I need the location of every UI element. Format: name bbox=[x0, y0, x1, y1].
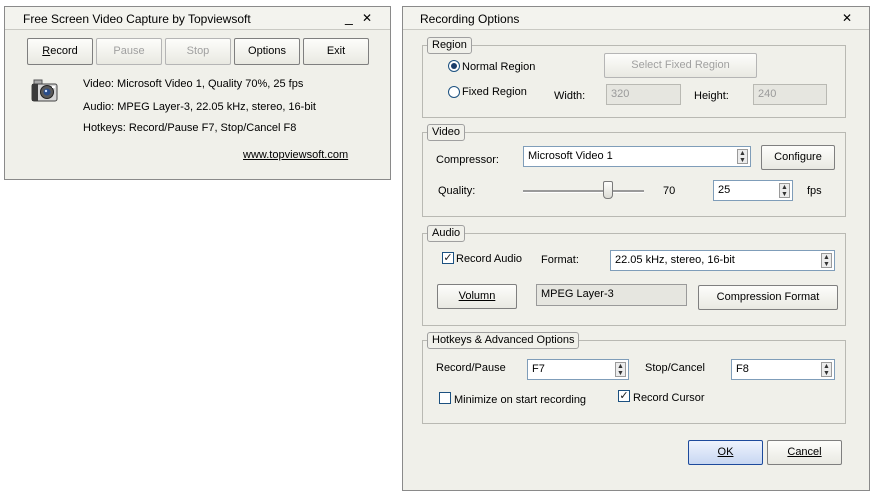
close-button[interactable]: ✕ bbox=[362, 11, 372, 25]
region-group-label: Region bbox=[427, 37, 472, 54]
record-button[interactable]: Record bbox=[27, 38, 93, 65]
configure-button[interactable]: Configure bbox=[761, 145, 835, 170]
main-titlebar[interactable]: Free Screen Video Capture by Topviewsoft… bbox=[5, 7, 390, 30]
quality-value: 70 bbox=[663, 185, 676, 197]
stop-cancel-label: Stop/Cancel bbox=[645, 362, 705, 374]
fixed-region-label: Fixed Region bbox=[462, 86, 527, 98]
width-label: Width: bbox=[554, 90, 586, 102]
normal-region-radio[interactable] bbox=[448, 60, 460, 72]
audio-group-label: Audio bbox=[427, 225, 466, 242]
options-dialog-title: Recording Options bbox=[420, 12, 520, 26]
volumn-button-label: Volumn bbox=[458, 290, 496, 302]
exit-button-label: Exit bbox=[326, 45, 346, 57]
video-group-label: Video bbox=[427, 124, 465, 141]
format-label: Format: bbox=[541, 254, 579, 266]
height-label: Height: bbox=[694, 90, 729, 102]
compressor-value: Microsoft Video 1 bbox=[528, 150, 613, 162]
record-cursor-checkbox[interactable]: ✓ bbox=[618, 390, 630, 402]
pause-button-label: Pause bbox=[113, 45, 145, 57]
region-group: Region Normal Region Fixed Region Select… bbox=[422, 37, 846, 118]
stop-button-label: Stop bbox=[186, 45, 210, 57]
select-fixed-region-label: Select Fixed Region bbox=[631, 59, 730, 71]
website-link[interactable]: www.topviewsoft.com bbox=[243, 148, 348, 162]
ok-button[interactable]: OK bbox=[688, 440, 763, 465]
fps-input[interactable]: 25 ▲ ▼ bbox=[713, 180, 793, 201]
audio-format-spin-icon: ▲ ▼ bbox=[821, 253, 832, 268]
fps-label: fps bbox=[807, 185, 822, 197]
compression-format-button[interactable]: Compression Format bbox=[698, 285, 838, 310]
hotkeys-group-label: Hotkeys & Advanced Options bbox=[427, 332, 580, 349]
hotkeys-group: Hotkeys & Advanced Options Record/Pause … bbox=[422, 332, 846, 424]
cancel-button-label: Cancel bbox=[787, 446, 822, 458]
compressor-label: Compressor: bbox=[436, 154, 499, 166]
minimize-checkbox[interactable] bbox=[439, 392, 451, 404]
video-info: Video: Microsoft Video 1, Quality 70%, 2… bbox=[83, 78, 304, 90]
record-pause-spin-icon: ▲ ▼ bbox=[615, 362, 626, 377]
record-pause-label: Record/Pause bbox=[436, 362, 506, 374]
record-pause-hotkey-value: F7 bbox=[532, 363, 545, 375]
record-cursor-label: Record Cursor bbox=[633, 392, 705, 404]
options-button[interactable]: Options bbox=[234, 38, 300, 65]
audio-codec-field: MPEG Layer-3 bbox=[536, 284, 687, 306]
audio-format-value: 22.05 kHz, stereo, 16-bit bbox=[615, 254, 735, 266]
video-group: Video Compressor: Microsoft Video 1 ▲ ▼ C… bbox=[422, 124, 846, 217]
record-button-label: ecord bbox=[50, 45, 78, 57]
audio-info: Audio: MPEG Layer-3, 22.05 kHz, stereo, … bbox=[83, 101, 316, 113]
fps-value: 25 bbox=[718, 184, 731, 196]
quality-label: Quality: bbox=[438, 185, 476, 197]
options-button-label: Options bbox=[248, 45, 286, 57]
record-audio-label: Record Audio bbox=[456, 253, 523, 265]
height-input[interactable]: 240 bbox=[753, 84, 827, 105]
options-titlebar[interactable]: Recording Options ✕ bbox=[403, 7, 869, 30]
fixed-region-radio[interactable] bbox=[448, 86, 460, 98]
cancel-button[interactable]: Cancel bbox=[767, 440, 842, 465]
quality-slider-thumb[interactable] bbox=[602, 181, 613, 199]
exit-button[interactable]: Exit bbox=[303, 38, 369, 65]
normal-region-label: Normal Region bbox=[462, 61, 536, 73]
width-input[interactable]: 320 bbox=[606, 84, 681, 105]
options-close-button[interactable]: ✕ bbox=[842, 11, 852, 25]
select-fixed-region-button[interactable]: Select Fixed Region bbox=[604, 53, 757, 78]
fps-spin-icon[interactable]: ▲ ▼ bbox=[779, 183, 790, 198]
main-window: Free Screen Video Capture by Topviewsoft… bbox=[4, 6, 391, 180]
minimize-button[interactable]: _ bbox=[345, 10, 353, 24]
main-window-title: Free Screen Video Capture by Topviewsoft bbox=[23, 12, 251, 26]
stop-cancel-hotkey-value: F8 bbox=[736, 363, 749, 375]
audio-format-select[interactable]: 22.05 kHz, stereo, 16-bit ▲ ▼ bbox=[610, 250, 835, 271]
minimize-label: Minimize on start recording bbox=[454, 394, 587, 406]
pause-button[interactable]: Pause bbox=[96, 38, 162, 65]
record-pause-hotkey-select[interactable]: F7 ▲ ▼ bbox=[527, 359, 629, 380]
record-audio-checkbox[interactable]: ✓ bbox=[442, 252, 454, 264]
stop-cancel-spin-icon: ▲ ▼ bbox=[821, 362, 832, 377]
compressor-select[interactable]: Microsoft Video 1 ▲ ▼ bbox=[523, 146, 751, 167]
stop-cancel-hotkey-select[interactable]: F8 ▲ ▼ bbox=[731, 359, 835, 380]
compression-format-label: Compression Format bbox=[716, 291, 820, 303]
volumn-button[interactable]: Volumn bbox=[437, 284, 517, 309]
hotkeys-info: Hotkeys: Record/Pause F7, Stop/Cancel F8 bbox=[83, 122, 297, 134]
configure-button-label: Configure bbox=[774, 151, 822, 163]
recording-options-dialog: Recording Options ✕ Region Normal Region… bbox=[402, 6, 870, 491]
camera-icon bbox=[31, 79, 58, 102]
quality-slider-track[interactable] bbox=[523, 190, 644, 193]
ok-button-label: OK bbox=[717, 446, 734, 458]
compressor-spin-icon: ▲ ▼ bbox=[737, 149, 748, 164]
stop-button[interactable]: Stop bbox=[165, 38, 231, 65]
audio-group: Audio ✓ Record Audio Format: 22.05 kHz, … bbox=[422, 225, 846, 326]
